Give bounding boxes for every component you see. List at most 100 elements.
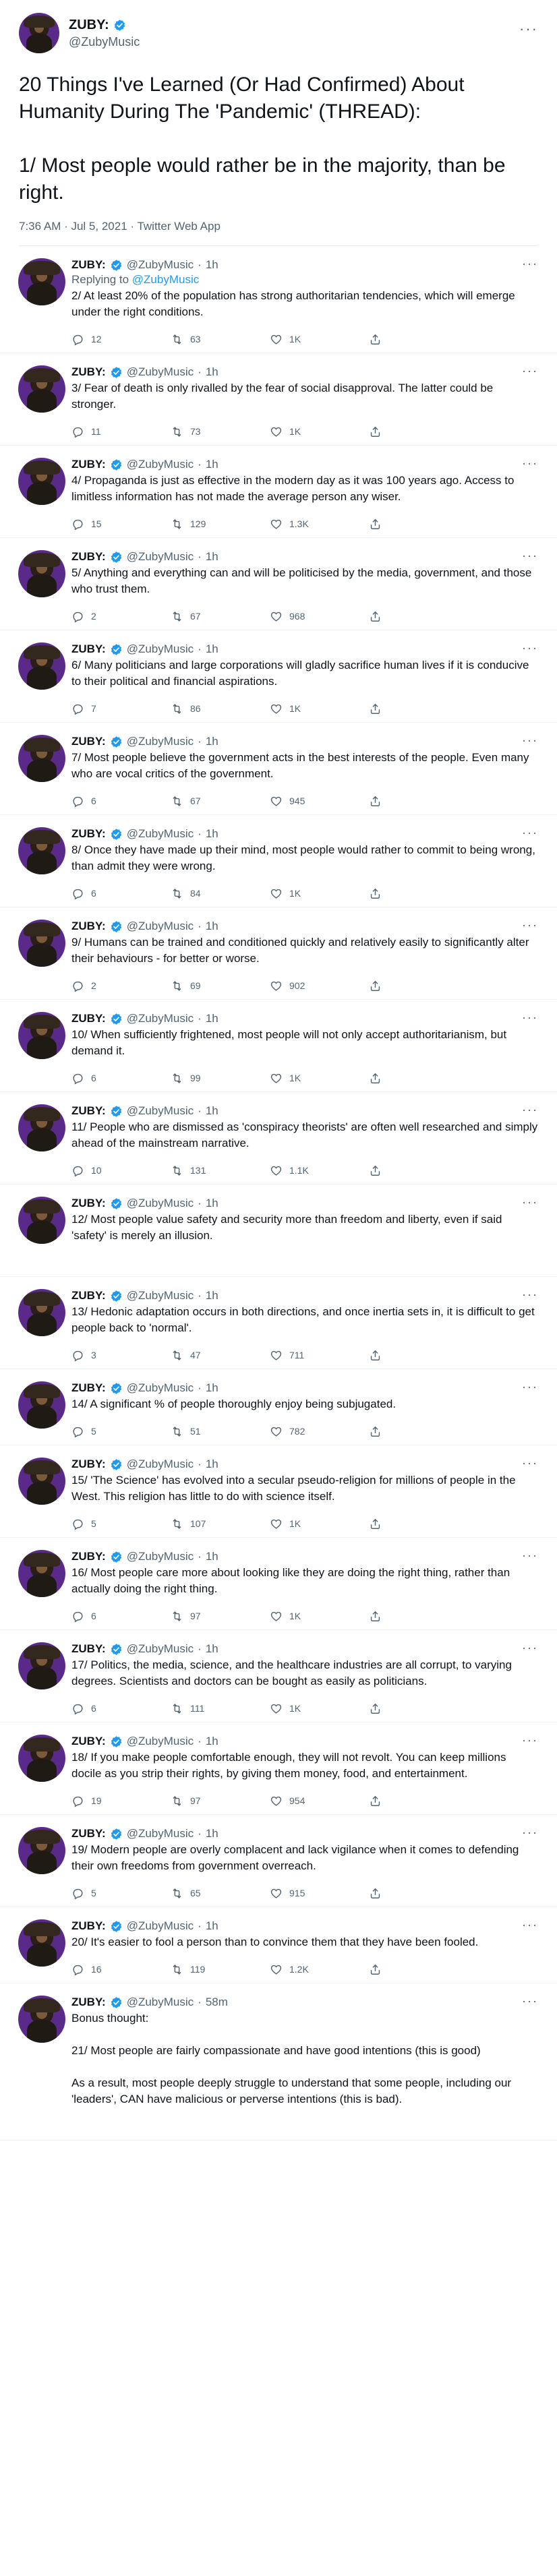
reply-button[interactable]: 2 xyxy=(71,610,171,623)
like-button[interactable]: 1K xyxy=(270,702,369,715)
more-icon[interactable]: ··· xyxy=(522,1103,538,1117)
display-name[interactable]: ZUBY: xyxy=(71,1996,106,2009)
more-icon[interactable]: ··· xyxy=(522,1918,538,1932)
display-name[interactable]: ZUBY: xyxy=(71,735,106,748)
more-icon[interactable]: ··· xyxy=(522,1641,538,1655)
reply-tweet[interactable]: ZUBY: @ZubyMusic · 1h ··· 16/ Most peopl… xyxy=(0,1538,557,1630)
timestamp[interactable]: 1h xyxy=(206,258,218,272)
handle[interactable]: @ZubyMusic xyxy=(127,1996,194,2009)
reply-tweet[interactable]: ZUBY: @ZubyMusic · 1h ··· 3/ Fear of dea… xyxy=(0,353,557,446)
share-button[interactable] xyxy=(369,702,382,715)
avatar[interactable] xyxy=(18,1289,65,1336)
display-name[interactable]: ZUBY: xyxy=(71,1642,106,1656)
handle[interactable]: @ZubyMusic xyxy=(127,1458,194,1471)
like-button[interactable]: 902 xyxy=(270,980,369,992)
display-name[interactable]: ZUBY: xyxy=(71,1458,106,1471)
handle[interactable]: @ZubyMusic xyxy=(127,550,194,564)
handle[interactable]: @ZubyMusic xyxy=(127,1550,194,1563)
avatar[interactable] xyxy=(18,1550,65,1597)
reply-button[interactable]: 7 xyxy=(71,702,171,715)
reply-tweet[interactable]: ZUBY: @ZubyMusic · 1h ··· 12/ Most peopl… xyxy=(0,1185,557,1277)
share-button[interactable] xyxy=(369,1425,382,1438)
retweet-button[interactable]: 99 xyxy=(171,1072,270,1085)
reply-button[interactable]: 3 xyxy=(71,1349,171,1362)
reply-tweet[interactable]: ZUBY: @ZubyMusic · 1h ··· 6/ Many politi… xyxy=(0,630,557,723)
reply-button[interactable]: 6 xyxy=(71,887,171,900)
avatar[interactable] xyxy=(19,13,59,53)
display-name[interactable]: ZUBY: xyxy=(71,642,106,656)
handle[interactable]: @ZubyMusic xyxy=(127,1919,194,1933)
more-icon[interactable]: ··· xyxy=(522,1380,538,1394)
retweet-button[interactable]: 131 xyxy=(171,1164,270,1177)
avatar[interactable] xyxy=(18,1642,65,1689)
display-name[interactable]: ZUBY: xyxy=(71,1550,106,1563)
more-icon[interactable]: ··· xyxy=(522,1456,538,1470)
timestamp[interactable]: 1h xyxy=(206,1381,218,1395)
retweet-button[interactable]: 97 xyxy=(171,1795,270,1807)
timestamp[interactable]: 1h xyxy=(206,1104,218,1118)
retweet-button[interactable]: 107 xyxy=(171,1518,270,1530)
more-icon[interactable]: ··· xyxy=(522,1288,538,1302)
share-button[interactable] xyxy=(369,1610,382,1623)
display-name[interactable]: ZUBY: xyxy=(71,1012,106,1025)
reply-button[interactable]: 16 xyxy=(71,1963,171,1976)
avatar[interactable] xyxy=(18,642,65,690)
avatar[interactable] xyxy=(18,1996,65,2043)
more-icon[interactable]: ··· xyxy=(522,1549,538,1563)
more-icon[interactable]: ··· xyxy=(522,641,538,655)
share-button[interactable] xyxy=(369,1164,382,1177)
retweet-button[interactable]: 97 xyxy=(171,1610,270,1623)
share-button[interactable] xyxy=(369,795,382,808)
tweet-meta[interactable]: 7:36 AM · Jul 5, 2021 · Twitter Web App xyxy=(19,220,538,246)
timestamp[interactable]: 1h xyxy=(206,365,218,379)
avatar[interactable] xyxy=(18,1197,65,1244)
timestamp[interactable]: 58m xyxy=(206,1996,228,2009)
share-button[interactable] xyxy=(369,1963,382,1976)
reply-tweet[interactable]: ZUBY: @ZubyMusic · 1h ··· 15/ 'The Scien… xyxy=(0,1445,557,1538)
avatar[interactable] xyxy=(18,920,65,967)
handle[interactable]: @ZubyMusic xyxy=(127,1197,194,1210)
handle[interactable]: @ZubyMusic xyxy=(69,35,140,49)
reply-tweet[interactable]: ZUBY: @ZubyMusic · 1h ··· 19/ Modern peo… xyxy=(0,1815,557,1907)
share-button[interactable] xyxy=(369,1072,382,1085)
reply-tweet[interactable]: ZUBY: @ZubyMusic · 1h ··· 5/ Anything an… xyxy=(0,538,557,630)
handle[interactable]: @ZubyMusic xyxy=(127,920,194,933)
reply-button[interactable]: 10 xyxy=(71,1164,171,1177)
share-button[interactable] xyxy=(369,1518,382,1530)
timestamp[interactable]: 1h xyxy=(206,1827,218,1840)
like-button[interactable]: 954 xyxy=(270,1795,369,1807)
avatar[interactable] xyxy=(18,1735,65,1782)
like-button[interactable]: 1.2K xyxy=(270,1963,369,1976)
timestamp[interactable]: 1h xyxy=(206,1735,218,1748)
display-name[interactable]: ZUBY: xyxy=(71,258,106,272)
handle[interactable]: @ZubyMusic xyxy=(127,827,194,841)
reply-button[interactable]: 12 xyxy=(71,333,171,346)
reply-tweet[interactable]: ZUBY: @ZubyMusic · 1h ··· 14/ A signific… xyxy=(0,1369,557,1445)
more-icon[interactable]: ··· xyxy=(522,1994,538,2008)
reply-tweet[interactable]: ZUBY: @ZubyMusic · 1h ··· 9/ Humans can … xyxy=(0,907,557,1000)
timestamp[interactable]: 1h xyxy=(206,1550,218,1563)
reply-tweet[interactable]: ZUBY: @ZubyMusic · 1h ··· 17/ Politics, … xyxy=(0,1630,557,1723)
share-button[interactable] xyxy=(369,333,382,346)
reply-button[interactable]: 5 xyxy=(71,1425,171,1438)
reply-button[interactable]: 5 xyxy=(71,1887,171,1900)
retweet-button[interactable]: 63 xyxy=(171,333,270,346)
retweet-button[interactable]: 84 xyxy=(171,887,270,900)
display-name[interactable]: ZUBY: xyxy=(71,1919,106,1933)
handle[interactable]: @ZubyMusic xyxy=(127,1104,194,1118)
like-button[interactable]: 1K xyxy=(270,1072,369,1085)
reply-button[interactable]: 6 xyxy=(71,1072,171,1085)
more-icon[interactable]: ··· xyxy=(522,1195,538,1209)
reply-button[interactable]: 6 xyxy=(71,795,171,808)
retweet-button[interactable]: 67 xyxy=(171,795,270,808)
like-button[interactable]: 1K xyxy=(270,333,369,346)
more-icon[interactable]: ··· xyxy=(522,364,538,378)
more-icon[interactable]: ··· xyxy=(522,257,538,271)
reply-button[interactable]: 5 xyxy=(71,1518,171,1530)
reply-tweet[interactable]: ZUBY: @ZubyMusic · 1h ··· 10/ When suffi… xyxy=(0,1000,557,1092)
display-name[interactable]: ZUBY: xyxy=(71,365,106,379)
retweet-button[interactable]: 69 xyxy=(171,980,270,992)
like-button[interactable]: 782 xyxy=(270,1425,369,1438)
avatar[interactable] xyxy=(18,550,65,597)
avatar[interactable] xyxy=(18,365,65,413)
